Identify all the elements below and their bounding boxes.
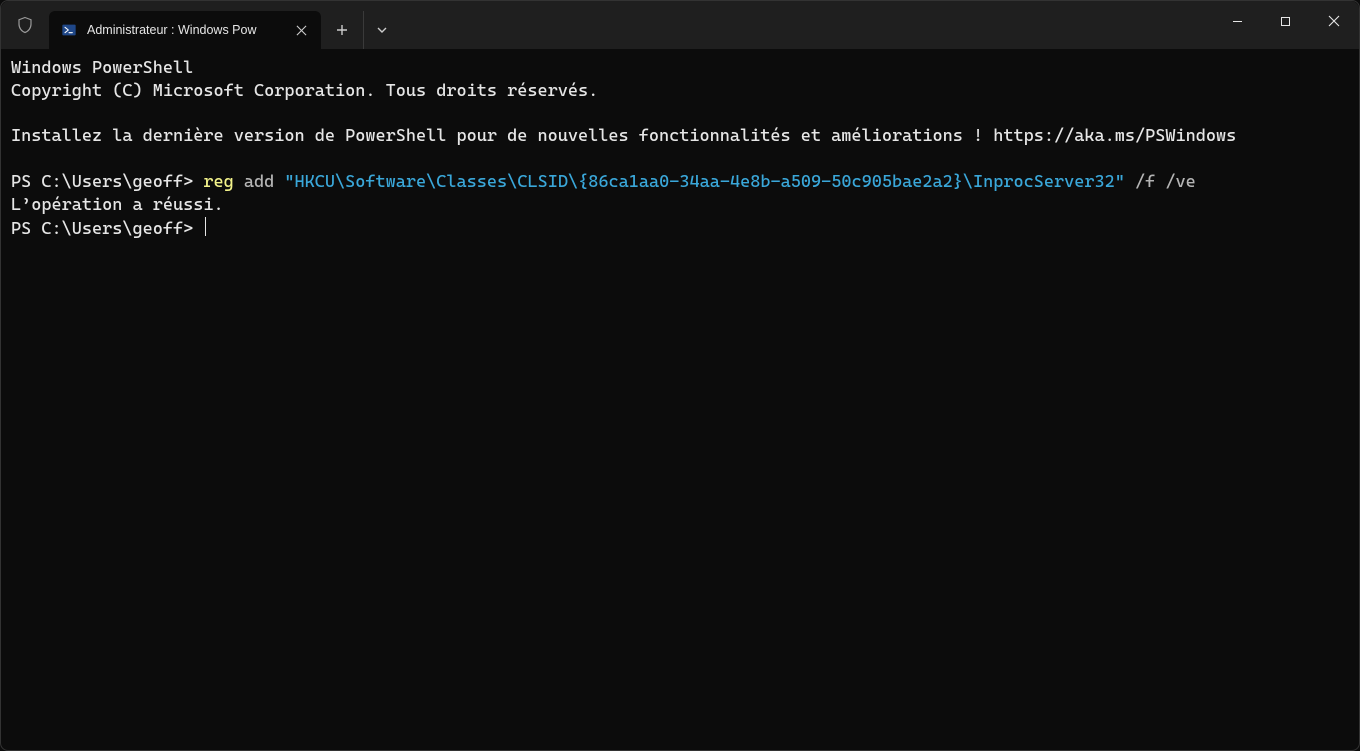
tab-powershell[interactable]: Administrateur : Windows Pow	[49, 11, 321, 49]
tab-dropdown-button[interactable]	[363, 11, 399, 49]
cmd-string: "HKCU\Software\Classes\CLSID\{86ca1aa0-3…	[284, 172, 1124, 192]
maximize-button[interactable]	[1261, 1, 1309, 41]
close-button[interactable]	[1309, 1, 1359, 41]
terminal-output[interactable]: Windows PowerShell Copyright (C) Microso…	[1, 49, 1359, 248]
prompt-1: PS C:\Users\geoff>	[11, 172, 203, 192]
prompt-2: PS C:\Users\geoff>	[11, 219, 203, 239]
cmd-flags: /f /ve	[1125, 172, 1196, 192]
terminal-header-2: Copyright (C) Microsoft Corporation. Tou…	[11, 81, 598, 101]
terminal-header-1: Windows PowerShell	[11, 58, 193, 78]
cmd-add: add	[234, 172, 285, 192]
powershell-icon	[61, 22, 77, 38]
cmd-reg: reg	[203, 172, 233, 192]
minimize-button[interactable]	[1213, 1, 1261, 41]
result-line: L’opération a réussi.	[11, 195, 224, 215]
tab-title: Administrateur : Windows Pow	[87, 23, 283, 37]
window-controls	[1213, 1, 1359, 41]
new-tab-button[interactable]	[321, 11, 363, 49]
cursor	[205, 217, 206, 236]
titlebar: Administrateur : Windows Pow	[1, 1, 1359, 49]
tab-close-button[interactable]	[293, 22, 309, 38]
terminal-hint: Installez la dernière version de PowerSh…	[11, 126, 1236, 146]
uac-shield-icon	[1, 1, 49, 49]
